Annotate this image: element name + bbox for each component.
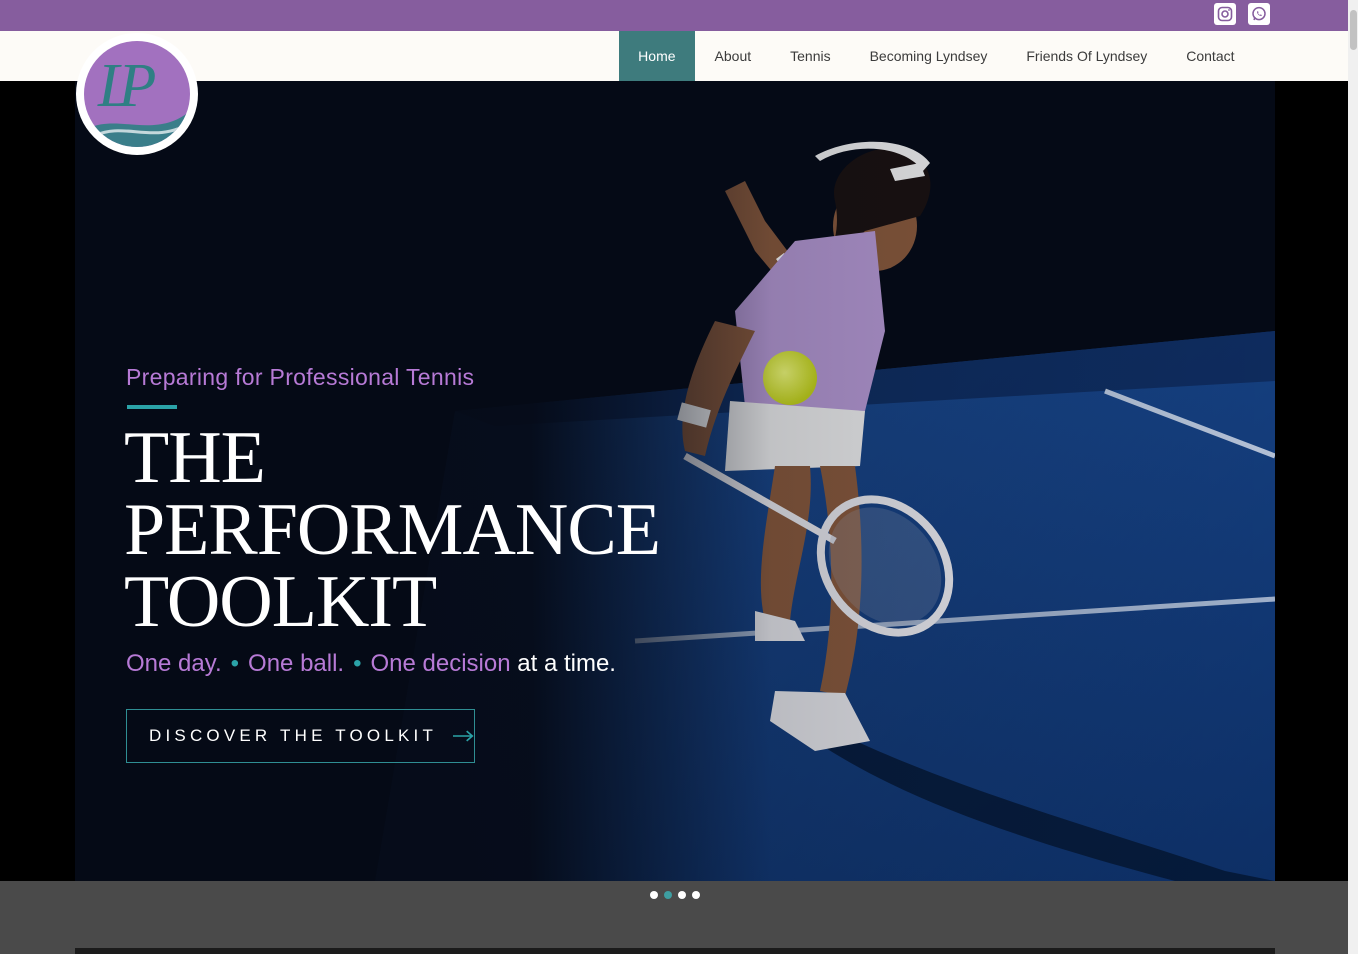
eyebrow-underline — [127, 405, 177, 409]
cta-label: DISCOVER THE TOOLKIT — [149, 726, 438, 745]
page-scrollbar[interactable] — [1348, 0, 1358, 954]
headline-line-2: PERFORMANCE — [124, 489, 661, 571]
headline-line-1: THE — [124, 417, 266, 499]
slide-dot-3[interactable] — [678, 891, 686, 899]
hero-eyebrow: Preparing for Professional Tennis — [126, 364, 475, 390]
instagram-icon[interactable] — [1214, 3, 1236, 25]
headline-line-3: TOOLKIT — [124, 561, 437, 643]
discover-toolkit-button[interactable]: DISCOVER THE TOOLKIT — [126, 709, 475, 763]
slider-pagination — [650, 891, 700, 899]
nav-item-about[interactable]: About — [695, 31, 771, 81]
next-section-edge — [75, 948, 1275, 954]
nav-item-friends-of-lyndsey[interactable]: Friends Of Lyndsey — [1007, 31, 1167, 81]
hero-tagline: One day. • One ball. • One decision at a tim… — [126, 650, 616, 678]
tagline-part-1: One day. — [126, 650, 222, 677]
nav-item-tennis[interactable]: Tennis — [771, 31, 850, 81]
tagline-part-2: One ball. — [248, 650, 345, 677]
logo-mark: LP — [84, 41, 190, 147]
tagline-part-4: at a time. — [517, 650, 616, 677]
logo-letters: LP — [98, 52, 156, 120]
tagline-separator: • — [353, 650, 362, 677]
primary-nav: Home About Tennis Becoming Lyndsey Friends O… — [618, 31, 1254, 81]
slide-dot-1[interactable] — [650, 891, 658, 899]
scrollbar-thumb[interactable] — [1350, 10, 1357, 50]
nav-item-contact[interactable]: Contact — [1167, 31, 1254, 81]
site-logo[interactable]: LP — [76, 33, 198, 155]
slide-dot-2[interactable] — [664, 891, 672, 899]
arrow-right-icon — [453, 730, 474, 742]
main-navbar: Home About Tennis Becoming Lyndsey Friends O… — [0, 31, 1348, 81]
nav-item-home[interactable]: Home — [618, 31, 696, 81]
whatsapp-icon[interactable] — [1248, 3, 1270, 25]
tagline-separator: • — [230, 650, 240, 677]
top-bar — [0, 0, 1348, 31]
tagline-part-3: One decision — [370, 650, 511, 677]
hero-headline: THE PERFORMANCE TOOLKIT — [124, 417, 661, 643]
slide-dot-4[interactable] — [692, 891, 700, 899]
nav-item-becoming-lyndsey[interactable]: Becoming Lyndsey — [850, 31, 1007, 81]
